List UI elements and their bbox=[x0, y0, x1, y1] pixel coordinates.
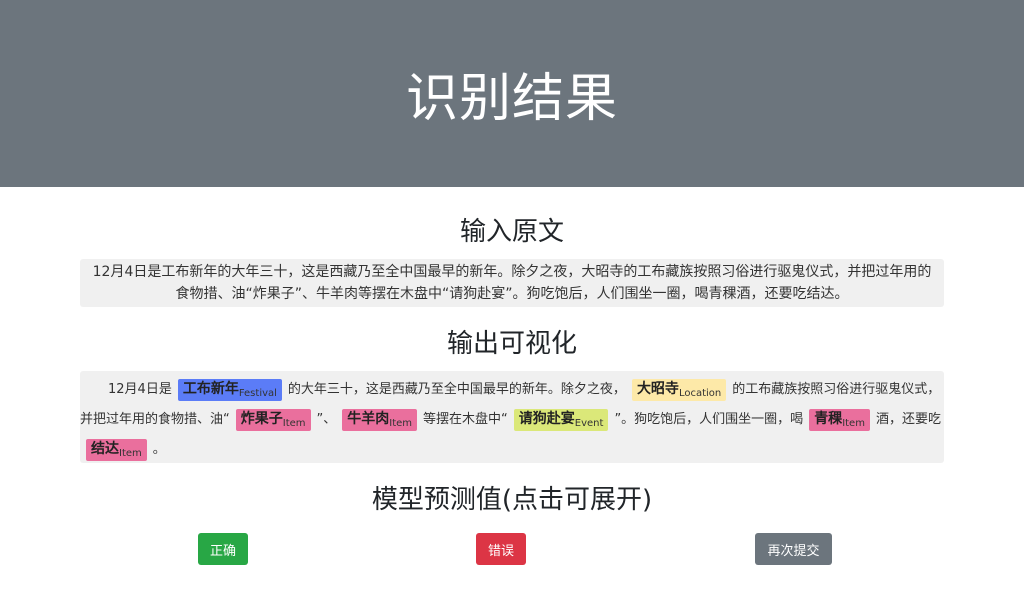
output-text-segment: 。 bbox=[152, 442, 166, 457]
entity-text: 结达 bbox=[91, 441, 119, 457]
output-visualization-box: 12月4日是 工布新年Festival 的大年三十，这是西藏乃至全中国最早的新年。除… bbox=[80, 371, 944, 463]
page-header: 识别结果 bbox=[0, 0, 1024, 187]
entity-label: Item bbox=[389, 418, 413, 429]
output-text-segment: 的大年三十，这是西藏乃至全中国最早的新年。除夕之夜， bbox=[287, 382, 626, 397]
entity-location: 大昭寺Location bbox=[631, 379, 727, 401]
entity-label: Location bbox=[678, 388, 722, 399]
action-buttons: 正确 错误 再次提交 bbox=[0, 529, 1024, 569]
entity-text: 青稞 bbox=[814, 411, 843, 427]
entity-label: Item bbox=[282, 418, 306, 429]
correct-button[interactable]: 正确 bbox=[198, 533, 248, 565]
entity-label: Item bbox=[842, 418, 865, 429]
entity-text: 大昭寺 bbox=[636, 381, 679, 397]
resubmit-button[interactable]: 再次提交 bbox=[755, 533, 832, 565]
entity-label: Festival bbox=[238, 388, 277, 399]
entity-text: 牛羊肉 bbox=[347, 411, 390, 427]
entity-item: 结达Item bbox=[86, 439, 147, 461]
prediction-section-title[interactable]: 模型预测值(点击可展开) bbox=[0, 483, 1024, 517]
entity-item: 青稞Item bbox=[809, 409, 870, 431]
entity-text: 炸果子 bbox=[240, 411, 283, 427]
input-section-title: 输入原文 bbox=[459, 217, 564, 247]
output-text-segment: ”、 bbox=[316, 412, 337, 427]
entity-item: 牛羊肉Item bbox=[342, 409, 418, 431]
entity-text: 请狗赴宴 bbox=[518, 411, 575, 427]
output-text-segment: 酒，还要吃 bbox=[875, 412, 941, 427]
entity-item: 炸果子Item bbox=[235, 409, 311, 431]
input-text-box: 12月4日是工布新年的大年三十，这是西藏乃至全中国最早的新年。除夕之夜，大昭寺的… bbox=[80, 259, 944, 307]
output-section-title: 输出可视化 bbox=[446, 329, 577, 359]
wrong-button[interactable]: 错误 bbox=[476, 533, 526, 565]
entity-label: Event bbox=[574, 418, 604, 429]
entity-event: 请狗赴宴Event bbox=[513, 409, 609, 431]
output-text-segment: ”。狗吃饱后，人们围坐一圈，喝 bbox=[614, 412, 804, 427]
entity-festival: 工布新年Festival bbox=[177, 379, 282, 401]
output-text-segment: 12月4日是 bbox=[108, 382, 172, 397]
output-text-segment: 等摆在木盘中“ bbox=[423, 412, 508, 427]
page-title: 识别结果 bbox=[405, 69, 618, 129]
entity-text: 工布新年 bbox=[182, 381, 239, 397]
entity-label: Item bbox=[119, 448, 142, 459]
